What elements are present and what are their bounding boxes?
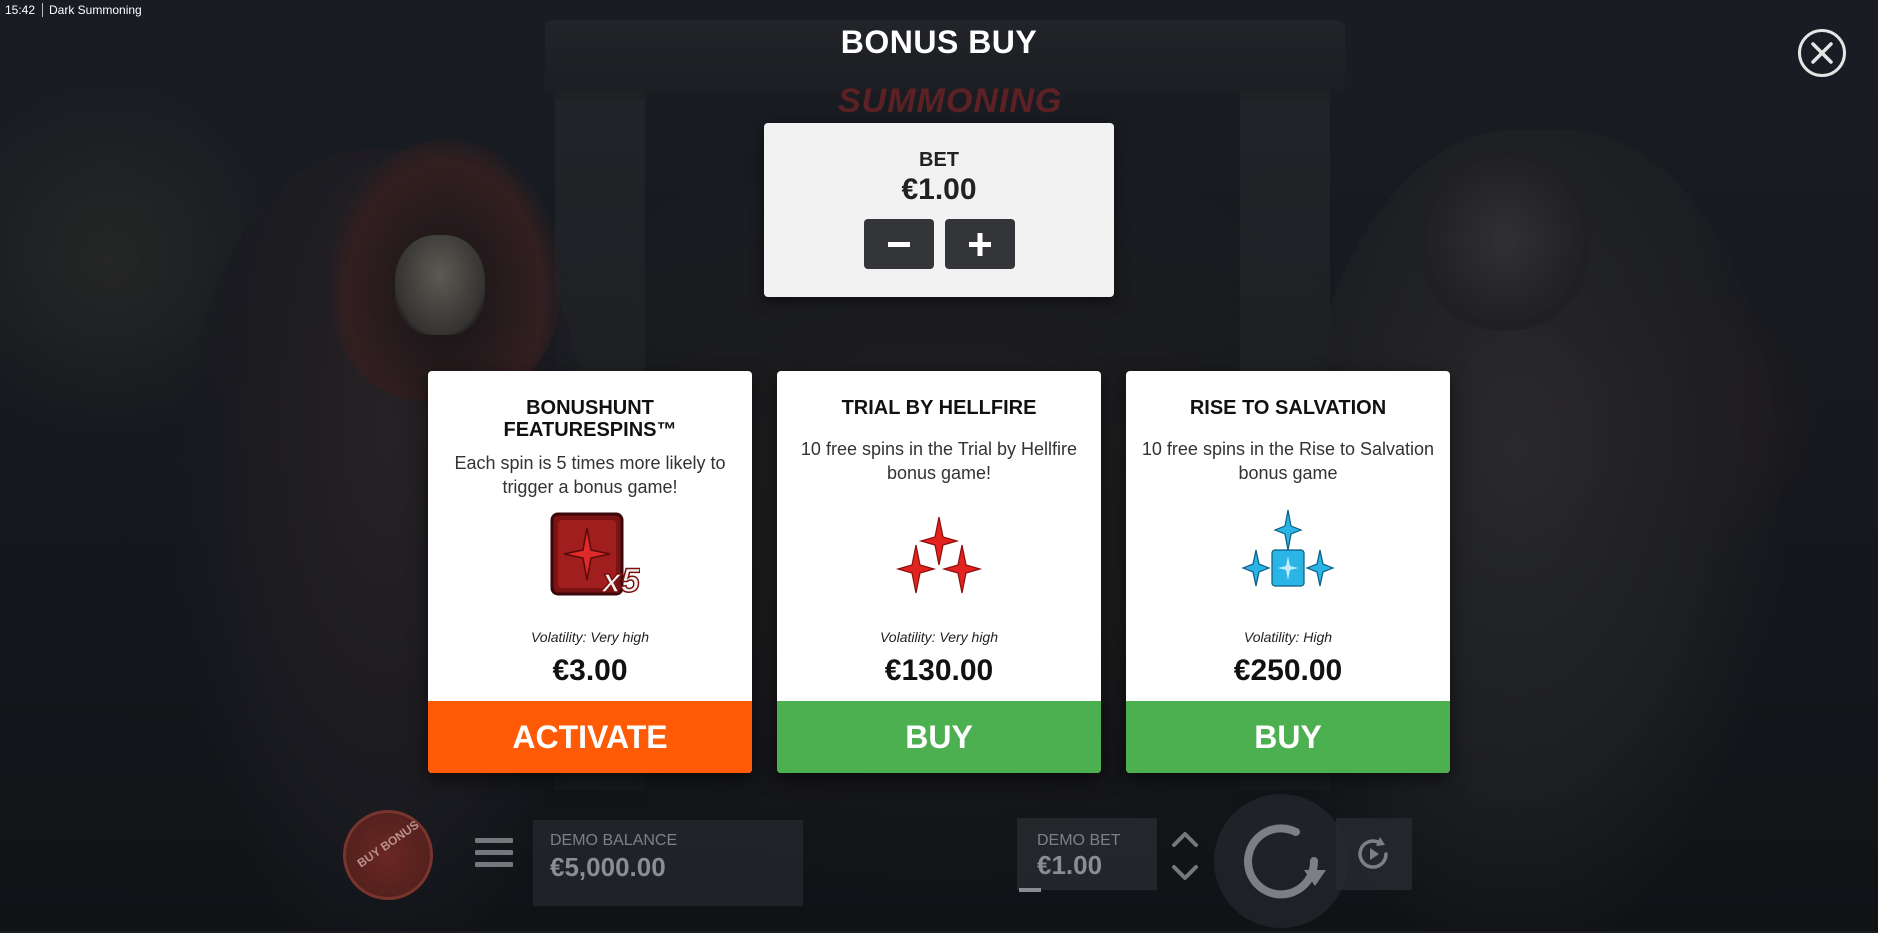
feature-card-bonushunt: BONUSHUNT FEATURESPINS™ Each spin is 5 t… (428, 371, 752, 773)
balance-label: DEMO BALANCE (550, 832, 678, 849)
demo-balance: DEMO BALANCE €5,000.00 (533, 820, 803, 906)
bet-decrease-button[interactable] (864, 219, 934, 269)
demo-bet-label: DEMO BET (1037, 832, 1121, 849)
demo-bet[interactable]: DEMO BET €1.00 (1017, 818, 1157, 892)
card-description: 10 free spins in the Rise to Salvation b… (1141, 439, 1435, 483)
bet-increase-button[interactable] (945, 219, 1015, 269)
status-app-title: Dark Summoning (42, 3, 142, 17)
bet-value: €1.00 (901, 173, 977, 206)
hamburger-menu-icon[interactable] (475, 838, 513, 868)
bet-adjust-arrows[interactable] (1160, 823, 1210, 889)
modal-title: BONUS BUY (840, 24, 1038, 60)
bet-panel: BET €1.00 (764, 123, 1114, 297)
chevron-up-icon (1172, 832, 1198, 847)
spin-button[interactable] (1214, 794, 1348, 928)
buy-button-hellfire[interactable]: BUY (777, 701, 1101, 773)
card-price: €3.00 (552, 654, 628, 687)
card-price: €250.00 (1233, 654, 1343, 687)
spin-icon (1244, 824, 1326, 899)
autoplay-button[interactable] (1336, 818, 1412, 890)
card-volatility: Volatility: High (1243, 629, 1333, 645)
blue-crosses-icon (1238, 506, 1338, 606)
card-title: RISE TO SALVATION (1189, 397, 1387, 419)
buy-bonus-label: BUY BONUS (354, 817, 422, 871)
svg-text:x5: x5 (600, 562, 640, 600)
status-time: 15:42 (5, 3, 36, 17)
card-description: Each spin is 5 times more likely to trig… (454, 453, 726, 497)
close-icon (1811, 42, 1833, 64)
card-title: BONUSHUNT FEATURESPINS™ (503, 397, 677, 441)
game-logo: SUMMONING (838, 82, 1063, 120)
buy-button-salvation[interactable]: BUY (1126, 701, 1450, 773)
card-volatility: Volatility: Very high (530, 629, 649, 645)
minus-icon (888, 242, 910, 247)
red-crosses-icon (889, 511, 989, 611)
bet-label: BET (919, 149, 959, 171)
card-title: TRIAL BY HELLFIRE (841, 397, 1037, 419)
buy-bonus-button[interactable]: BUY BONUS (343, 810, 433, 900)
activate-button[interactable]: ACTIVATE (428, 701, 752, 773)
chevron-down-icon (1172, 865, 1198, 880)
feature-card-rise-to-salvation: RISE TO SALVATION 10 free spins in the R… (1126, 371, 1450, 773)
x5-multiplier-icon: x5 (540, 506, 642, 606)
card-description: 10 free spins in the Trial by Hellfire b… (800, 439, 1078, 483)
demo-bet-value: €1.00 (1037, 850, 1103, 880)
feature-card-trial-by-hellfire: TRIAL BY HELLFIRE 10 free spins in the T… (777, 371, 1101, 773)
balance-value: €5,000.00 (550, 852, 666, 882)
plus-icon (969, 233, 991, 256)
close-button[interactable] (1798, 29, 1846, 77)
autoplay-icon (1358, 837, 1388, 869)
card-volatility: Volatility: Very high (879, 629, 998, 645)
card-price: €130.00 (884, 654, 994, 687)
